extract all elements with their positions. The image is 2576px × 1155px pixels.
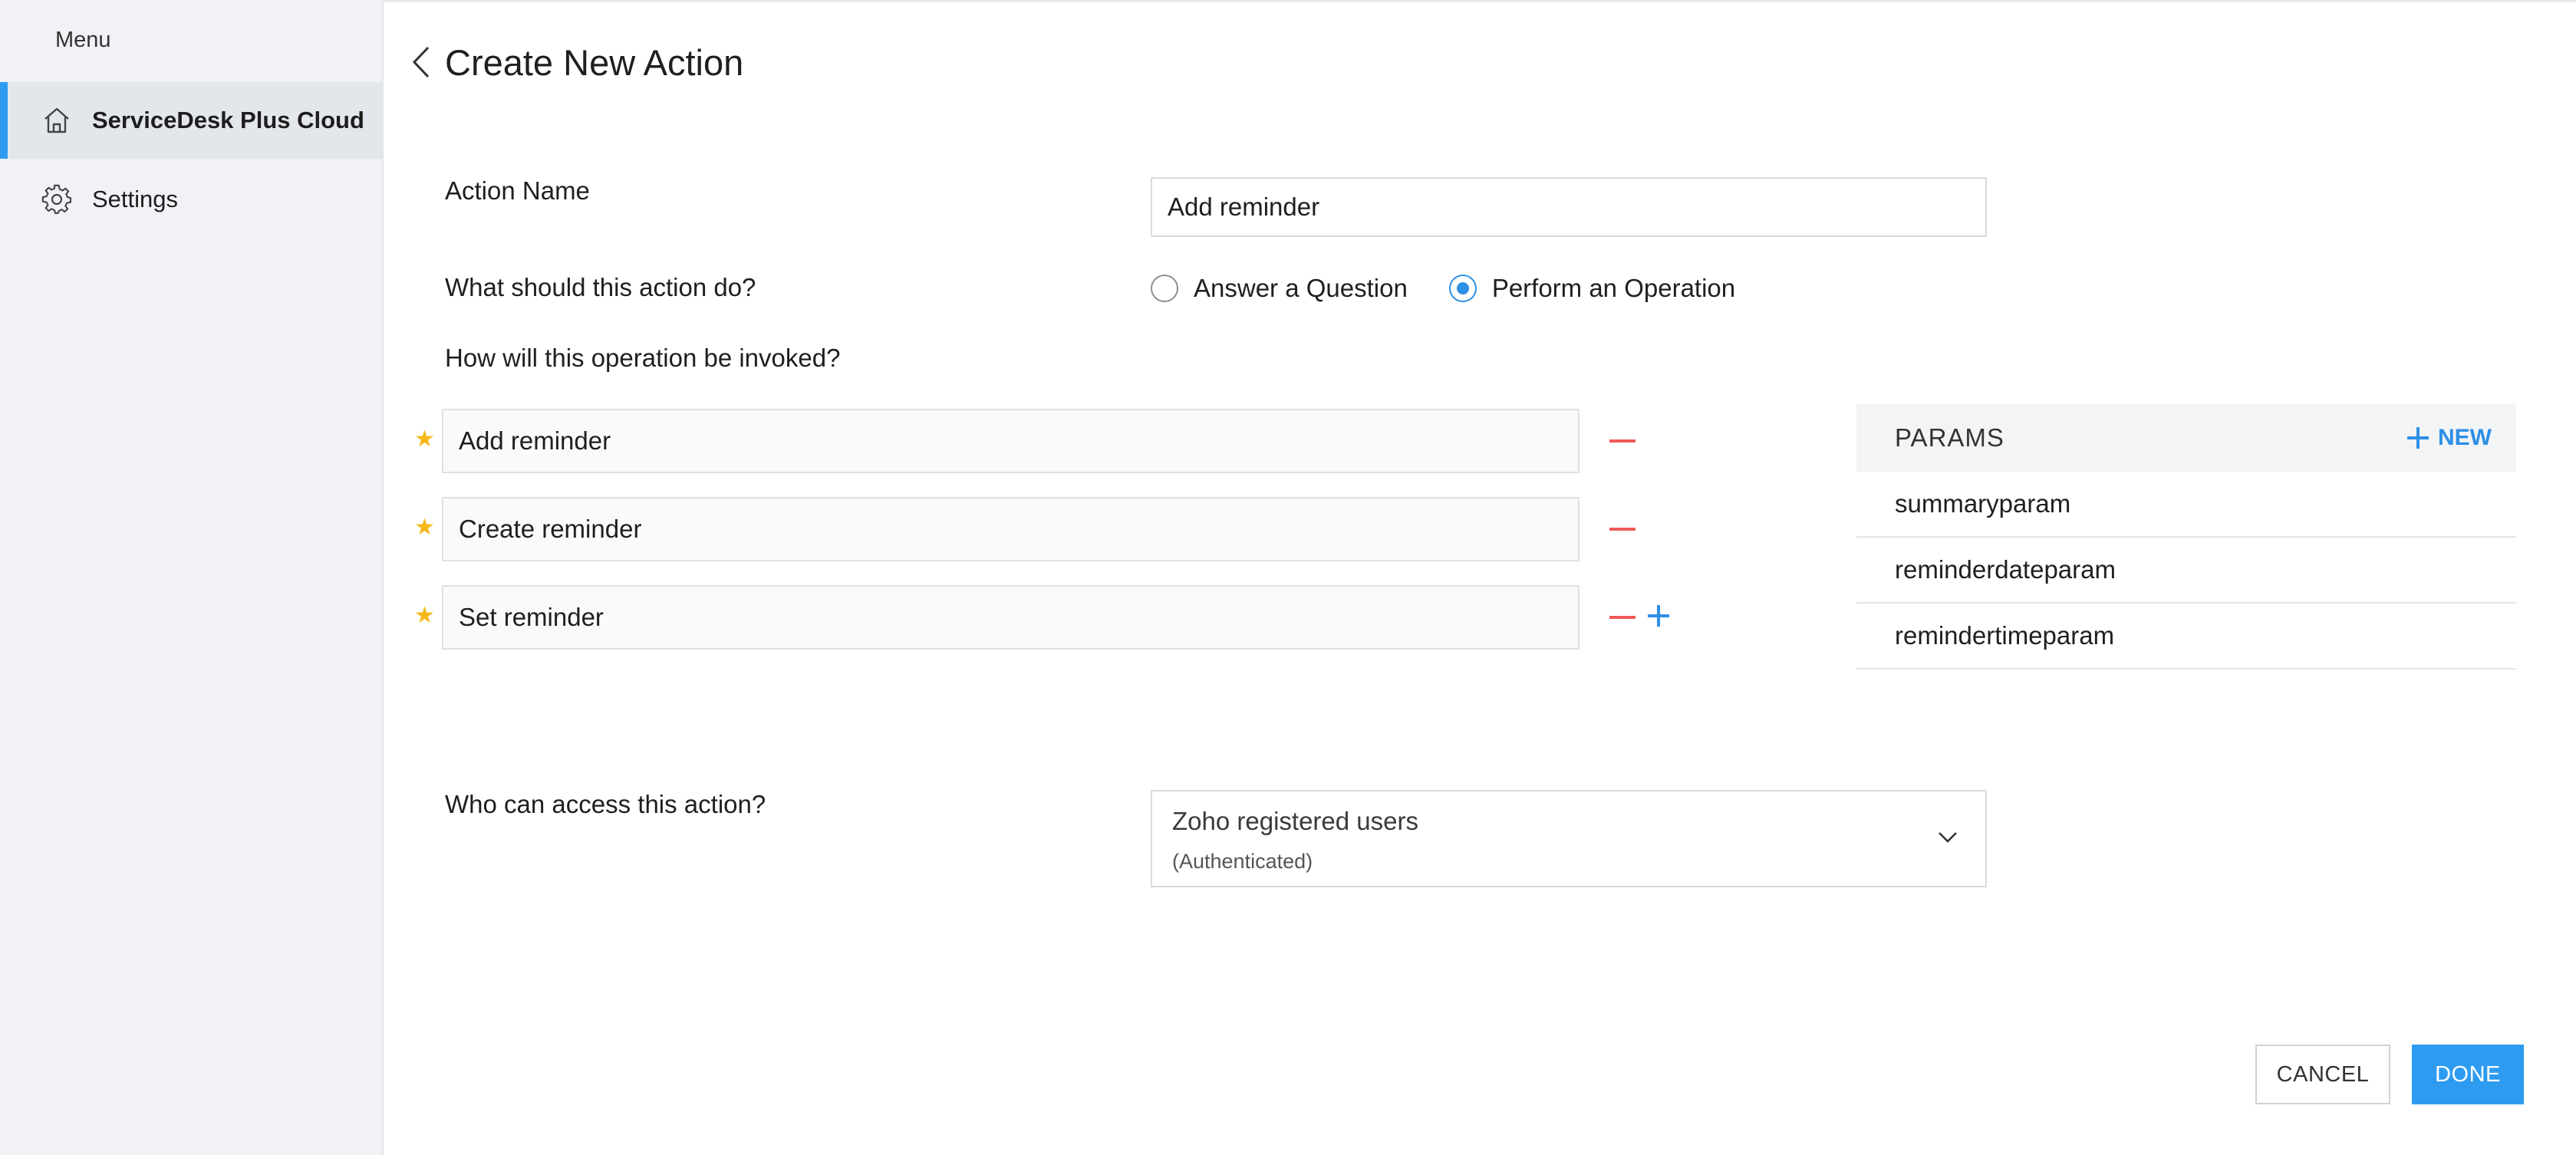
radio-circle	[1448, 275, 1477, 302]
params-header: PARAMS NEW	[1856, 404, 2516, 472]
access-label: Who can access this action?	[445, 790, 766, 818]
access-dropdown[interactable]: Zoho registered users (Authenticated)	[1151, 790, 1987, 887]
new-param-label: NEW	[2438, 425, 2492, 450]
param-item[interactable]: remindertimeparam	[1856, 604, 2516, 670]
radio-label: Perform an Operation	[1491, 274, 1736, 302]
params-title: PARAMS	[1895, 423, 2004, 452]
home-icon	[40, 104, 74, 137]
menu-label: Menu	[55, 28, 111, 52]
top-divider	[384, 0, 2576, 2]
utterance-row: ★	[414, 497, 1718, 561]
action-type-radio-group: Answer a Question Perform an Operation	[1151, 274, 1777, 303]
page-title: Create New Action	[445, 42, 744, 83]
sidebar-item-servicedesk[interactable]: ServiceDesk Plus Cloud	[0, 82, 382, 159]
radio-perform-operation[interactable]: Perform an Operation	[1448, 274, 1736, 303]
chevron-down-icon	[1939, 832, 1957, 843]
back-button[interactable]	[408, 44, 436, 80]
plus-icon	[2407, 427, 2429, 449]
param-item[interactable]: summaryparam	[1856, 472, 2516, 538]
add-utterance-button[interactable]	[1648, 602, 1675, 630]
remove-utterance-button[interactable]	[1609, 607, 1637, 628]
remove-utterance-button[interactable]	[1609, 430, 1637, 452]
required-star-icon: ★	[414, 426, 435, 452]
required-star-icon: ★	[414, 515, 435, 540]
action-type-label: What should this action do?	[445, 273, 756, 301]
radio-label: Answer a Question	[1194, 274, 1408, 302]
utterance-row: ★	[414, 585, 1718, 650]
radio-answer-question[interactable]: Answer a Question	[1151, 274, 1408, 303]
param-item[interactable]: reminderdateparam	[1856, 538, 2516, 604]
params-panel: PARAMS NEW summaryparam reminderdatepara…	[1856, 404, 2516, 670]
required-star-icon: ★	[414, 603, 435, 628]
cancel-button[interactable]: CANCEL	[2255, 1045, 2390, 1104]
access-selected-value: Zoho registered users	[1172, 807, 1418, 835]
utterance-input[interactable]	[442, 585, 1580, 650]
sidebar: Menu ServiceDesk Plus Cloud Settings	[0, 0, 384, 1155]
radio-circle	[1151, 275, 1178, 302]
access-selected-subvalue: (Authenticated)	[1172, 850, 1313, 873]
gear-icon	[40, 183, 74, 216]
action-name-label: Action Name	[445, 176, 590, 205]
app-window: Menu ServiceDesk Plus Cloud Settings Cre…	[0, 0, 2576, 1155]
action-name-input[interactable]	[1151, 177, 1987, 237]
remove-utterance-button[interactable]	[1609, 518, 1637, 540]
chevron-left-icon	[412, 46, 430, 78]
utterance-input[interactable]	[442, 409, 1580, 473]
sidebar-item-label: Settings	[92, 186, 179, 212]
sidebar-item-settings[interactable]: Settings	[0, 161, 382, 238]
invocation-label: How will this operation be invoked?	[445, 344, 841, 372]
new-param-button[interactable]: NEW	[2407, 425, 2492, 451]
sidebar-item-label: ServiceDesk Plus Cloud	[92, 107, 364, 133]
done-button[interactable]: DONE	[2412, 1045, 2524, 1104]
utterance-input[interactable]	[442, 497, 1580, 561]
utterance-row: ★	[414, 409, 1718, 473]
